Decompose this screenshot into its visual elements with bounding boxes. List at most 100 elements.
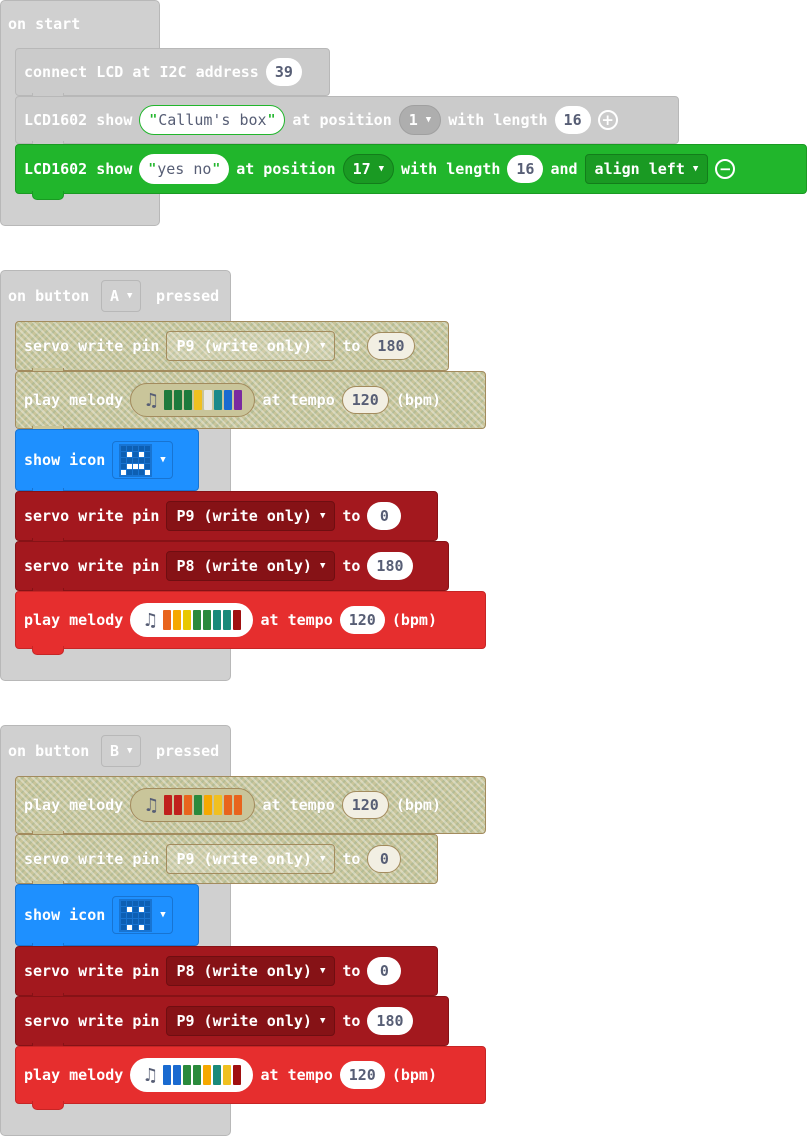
melody-note-bar — [214, 390, 223, 410]
melody-editor[interactable]: ♫ — [130, 383, 256, 417]
servo-value-input[interactable]: 180 — [367, 332, 415, 360]
to-label: to — [342, 1012, 361, 1030]
servo-value-input[interactable]: 0 — [367, 502, 402, 530]
icon-picker[interactable]: ▼ — [112, 441, 173, 479]
align-dropdown[interactable]: align left ▼ — [584, 154, 709, 184]
to-label: to — [342, 850, 361, 868]
melody-editor[interactable]: ♫ — [130, 1058, 254, 1092]
servo-write-block[interactable]: servo write pin P9 (write only) ▼ to 0 — [15, 834, 438, 890]
melody-note-bar — [163, 1065, 172, 1085]
at-tempo-label: at tempo — [260, 1066, 333, 1084]
chevron-down-icon: ▼ — [425, 115, 432, 125]
button-a-dropdown[interactable]: A ▼ — [101, 280, 142, 312]
melody-note-bar — [203, 1065, 212, 1085]
servo-write-block[interactable]: servo write pin P9 (write only) ▼ to 180 — [15, 321, 449, 377]
pin-dropdown[interactable]: P9 (write only) ▼ — [166, 331, 336, 361]
led-cell — [139, 924, 145, 930]
length-input[interactable]: 16 — [554, 106, 591, 134]
chevron-down-icon: ▼ — [378, 164, 385, 174]
melody-note-bar — [183, 610, 192, 630]
servo-value-input[interactable]: 180 — [367, 1007, 413, 1035]
play-melody-block[interactable]: play melody ♫ at tempo 120 (bpm) — [15, 591, 486, 655]
led-cell — [139, 918, 145, 924]
pin-dropdown[interactable]: P8 (write only) ▼ — [166, 956, 336, 986]
servo-write-block[interactable]: servo write pin P8 (write only) ▼ to 180 — [15, 541, 449, 597]
length-input[interactable]: 16 — [507, 155, 544, 183]
button-b-dropdown[interactable]: B ▼ — [101, 735, 142, 767]
melody-note-bar — [193, 610, 202, 630]
lcd-show-block-1[interactable]: LCD1602 show " Callum's box " at position … — [15, 96, 679, 150]
pin-dropdown[interactable]: P9 (write only) ▼ — [166, 501, 336, 531]
led-cell — [127, 906, 133, 912]
at-tempo-label: at tempo — [262, 391, 335, 409]
plus-icon[interactable]: + — [597, 110, 618, 130]
tempo-input[interactable]: 120 — [341, 791, 389, 819]
and-label: and — [550, 160, 578, 178]
to-label: to — [342, 337, 361, 355]
led-cell — [145, 906, 151, 912]
tempo-input[interactable]: 120 — [341, 386, 389, 414]
chevron-down-icon: ▼ — [319, 341, 326, 351]
led-cell — [145, 924, 151, 930]
chevron-down-icon: ▼ — [319, 966, 326, 976]
show-icon-block[interactable]: show icon ▼ — [15, 884, 199, 952]
position-dropdown[interactable]: 1 ▼ — [398, 105, 442, 135]
servo-write-label: servo write pin — [24, 557, 160, 575]
i2c-address-input[interactable]: 39 — [265, 58, 302, 86]
to-label: to — [342, 962, 361, 980]
led-cell — [145, 457, 151, 463]
on-button-label: on button — [8, 287, 90, 305]
play-melody-block[interactable]: play melody ♫ at tempo 120 (bpm) — [15, 1046, 486, 1110]
melody-editor[interactable]: ♫ — [130, 788, 256, 822]
play-melody-block[interactable]: play melody ♫ at tempo 120 (bpm) — [15, 776, 486, 840]
melody-note-bar — [233, 610, 242, 630]
bpm-label: (bpm) — [395, 796, 441, 814]
connect-lcd-block[interactable]: connect LCD at I2C address 39 — [15, 48, 330, 102]
chevron-down-icon: ▼ — [319, 561, 326, 571]
led-cell — [145, 900, 151, 906]
at-position-label: at position — [236, 160, 336, 178]
led-cell — [145, 463, 151, 469]
led-cell — [133, 451, 139, 457]
lcd-text-input[interactable]: " yes no " — [139, 154, 230, 184]
servo-write-block[interactable]: servo write pin P9 (write only) ▼ to 0 — [15, 491, 438, 547]
led-cell — [145, 918, 151, 924]
on-button-label: on button — [8, 742, 90, 760]
play-melody-label: play melody — [24, 391, 124, 409]
pin-dropdown[interactable]: P8 (write only) ▼ — [166, 551, 336, 581]
pin-dropdown[interactable]: P9 (write only) ▼ — [166, 1006, 336, 1036]
led-cell — [139, 463, 145, 469]
servo-value-input[interactable]: 0 — [367, 845, 402, 873]
lcd-show-block-2[interactable]: LCD1602 show " yes no " at position 17 ▼ wi… — [15, 144, 807, 200]
servo-write-block[interactable]: servo write pin P8 (write only) ▼ to 0 — [15, 946, 438, 1002]
position-dropdown[interactable]: 17 ▼ — [342, 154, 395, 184]
led-cell — [139, 469, 145, 475]
led-cell — [121, 906, 127, 912]
led-cell — [121, 912, 127, 918]
music-note-icon: ♫ — [142, 609, 159, 631]
show-icon-block[interactable]: show icon ▼ — [15, 429, 199, 497]
play-melody-label: play melody — [24, 611, 124, 629]
lcd-text-input[interactable]: " Callum's box " — [139, 105, 286, 135]
play-melody-block[interactable]: play melody ♫ at tempo 120 (bpm) — [15, 371, 486, 435]
led-cell — [121, 457, 127, 463]
melody-editor[interactable]: ♫ — [130, 603, 254, 637]
led-cell — [127, 457, 133, 463]
minus-icon[interactable]: − — [715, 159, 736, 179]
melody-note-bar — [174, 390, 183, 410]
tempo-input[interactable]: 120 — [339, 606, 385, 634]
icon-picker[interactable]: ▼ — [112, 896, 173, 934]
pin-dropdown[interactable]: P9 (write only) ▼ — [166, 844, 336, 874]
chevron-down-icon: ▼ — [319, 854, 326, 864]
melody-note-bar — [194, 795, 203, 815]
led-cell — [133, 463, 139, 469]
servo-write-block[interactable]: servo write pin P9 (write only) ▼ to 180 — [15, 996, 449, 1052]
servo-value-input[interactable]: 180 — [367, 552, 413, 580]
servo-write-label: servo write pin — [24, 337, 160, 355]
tempo-input[interactable]: 120 — [339, 1061, 385, 1089]
melody-note-bar — [164, 390, 173, 410]
chevron-down-icon: ▼ — [160, 455, 166, 465]
led-cell — [133, 469, 139, 475]
show-icon-label: show icon — [24, 906, 106, 924]
servo-value-input[interactable]: 0 — [367, 957, 402, 985]
